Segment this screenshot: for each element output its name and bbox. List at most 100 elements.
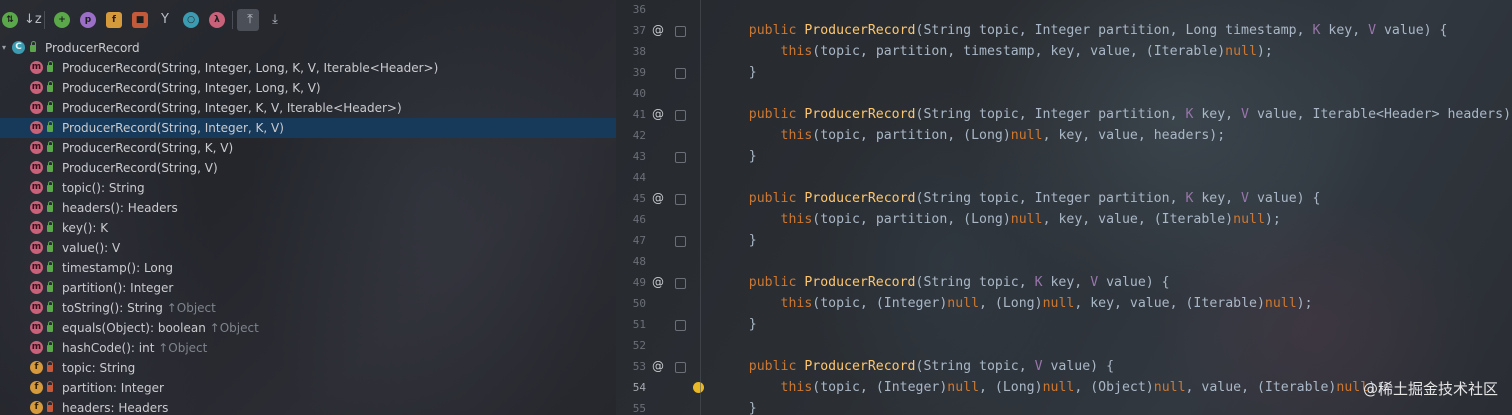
public-lock-icon: [47, 141, 53, 152]
code-line[interactable]: }: [717, 398, 757, 415]
code-line[interactable]: this(topic, partition, timestamp, key, v…: [717, 41, 1273, 62]
fold-toggle-icon[interactable]: [675, 362, 686, 373]
code-line[interactable]: public ProducerRecord(String topic, K ke…: [717, 272, 1170, 293]
collapse-all-icon[interactable]: ⤓: [267, 12, 283, 28]
code-token: (topic, (Integer): [812, 380, 948, 395]
editor-gutter: 36 37 @38 39 40 41 @42 43 44 45 @46 47 48 49 @50 51 52 53…: [616, 0, 704, 415]
code-token: ProducerRecord: [804, 359, 916, 374]
line-number: 44: [632, 171, 646, 184]
code-token: V: [1241, 107, 1249, 122]
method-item[interactable]: m headers(): Headers: [0, 198, 616, 218]
fold-toggle-icon[interactable]: [675, 110, 686, 121]
code-line[interactable]: public ProducerRecord(String topic, Inte…: [717, 188, 1321, 209]
gutter-divider: [700, 0, 701, 415]
method-item[interactable]: m value(): V: [0, 238, 616, 258]
method-item[interactable]: m toString(): String ↑Object: [0, 298, 616, 318]
fold-toggle-icon[interactable]: [675, 194, 686, 205]
method-item[interactable]: m equals(Object): boolean ↑Object: [0, 318, 616, 338]
fold-toggle-icon[interactable]: [675, 236, 686, 247]
method-item[interactable]: m ProducerRecord(String, V): [0, 158, 616, 178]
code-token: key,: [1320, 23, 1369, 38]
show-lambdas-alt-icon[interactable]: λ: [209, 12, 225, 28]
code-editor[interactable]: 36 37 @38 39 40 41 @42 43 44 45 @46 47 48 49 @50 51 52 53…: [616, 0, 1512, 415]
expand-arrow-icon[interactable]: ▾: [2, 38, 12, 58]
field-item[interactable]: f partition: Integer: [0, 378, 616, 398]
method-icon: m: [30, 281, 43, 294]
code-token: ProducerRecord: [804, 275, 916, 290]
method-item[interactable]: m ProducerRecord(String, Integer, Long, K…: [0, 78, 616, 98]
code-token: (String topic, Integer partition,: [915, 107, 1186, 122]
overrides-marker-icon[interactable]: @: [652, 104, 664, 125]
code-line[interactable]: }: [717, 314, 757, 335]
show-inherited-icon[interactable]: +: [54, 12, 70, 28]
code-token: value) {: [1376, 23, 1448, 38]
overrides-marker-icon[interactable]: @: [652, 20, 664, 41]
method-icon: m: [30, 301, 43, 314]
method-item[interactable]: m topic(): String: [0, 178, 616, 198]
fold-toggle-icon[interactable]: [675, 320, 686, 331]
member-label: headers: Headers: [62, 401, 169, 415]
code-line[interactable]: }: [717, 146, 757, 167]
lightbulb-icon[interactable]: [693, 382, 704, 393]
code-token: , (Object): [1074, 380, 1154, 395]
code-line[interactable]: public ProducerRecord(String topic, V va…: [717, 356, 1114, 377]
fold-toggle-icon[interactable]: [675, 152, 686, 163]
method-item[interactable]: m hashCode(): int ↑Object: [0, 338, 616, 358]
show-fields-icon[interactable]: f: [106, 12, 122, 28]
overrides-marker-icon[interactable]: @: [652, 356, 664, 377]
overrides-marker-icon[interactable]: @: [652, 188, 664, 209]
member-label: topic: String: [62, 361, 136, 375]
line-number: 53: [632, 360, 646, 373]
fold-toggle-icon[interactable]: [675, 278, 686, 289]
field-icon: f: [30, 361, 43, 374]
line-number: 51: [632, 318, 646, 331]
method-item[interactable]: m timestamp(): Long: [0, 258, 616, 278]
code-line[interactable]: }: [717, 62, 757, 83]
code-line[interactable]: this(topic, partition, (Long)null, key, …: [717, 209, 1281, 230]
show-properties-icon[interactable]: p: [80, 12, 96, 28]
overrides-marker-icon[interactable]: @: [652, 272, 664, 293]
code-line[interactable]: this(topic, partition, (Long)null, key, …: [717, 125, 1226, 146]
field-item[interactable]: f topic: String: [0, 358, 616, 378]
code-line[interactable]: this(topic, (Integer)null, (Long)null, k…: [717, 293, 1313, 314]
show-non-public-icon[interactable]: ■: [132, 12, 148, 28]
show-lambdas-icon[interactable]: ○: [183, 12, 199, 28]
line-number: 55: [632, 402, 646, 415]
method-item[interactable]: m ProducerRecord(String, K, V): [0, 138, 616, 158]
public-lock-icon: [47, 161, 53, 172]
code-token: null: [1042, 296, 1075, 311]
member-label: topic(): String: [62, 181, 145, 195]
code-line[interactable]: public ProducerRecord(String topic, Inte…: [717, 20, 1448, 41]
code-token: null: [1225, 44, 1257, 59]
method-item[interactable]: m partition(): Integer: [0, 278, 616, 298]
member-label: toString(): String ↑Object: [62, 301, 216, 315]
code-line[interactable]: this(topic, (Integer)null, (Long)null, (…: [717, 377, 1385, 398]
code-token: value) {: [1042, 359, 1115, 374]
method-item[interactable]: m ProducerRecord(String, Integer, K, V, I…: [0, 98, 616, 118]
fold-toggle-icon[interactable]: [675, 68, 686, 79]
field-item[interactable]: f headers: Headers: [0, 398, 616, 415]
code-token: (topic, partition, (Long): [812, 128, 1011, 143]
method-item[interactable]: m ProducerRecord(String, Integer, Long, K…: [0, 58, 616, 78]
code-token: key,: [1042, 275, 1091, 290]
code-line[interactable]: public ProducerRecord(String topic, Inte…: [717, 104, 1512, 125]
tree-root[interactable]: ▾ C ProducerRecord: [0, 38, 616, 58]
code-token: (String topic,: [915, 359, 1035, 374]
code-token: (String topic, Integer partition,: [915, 191, 1186, 206]
code-token: null: [947, 380, 980, 395]
member-label: ProducerRecord(String, V): [62, 161, 218, 175]
member-label: headers(): Headers: [62, 201, 178, 215]
public-lock-icon: [47, 321, 53, 332]
method-item[interactable]: m ProducerRecord(String, Integer, K, V): [0, 118, 616, 138]
fold-toggle-icon[interactable]: [675, 26, 686, 37]
inherited-from: ↑Object: [205, 321, 259, 335]
sort-by-visibility-icon[interactable]: ⇅: [2, 12, 18, 28]
sort-alphabetically-icon[interactable]: ↓z: [24, 12, 42, 28]
expand-all-icon[interactable]: ⤒: [242, 12, 258, 28]
method-icon: m: [30, 321, 43, 334]
member-label: ProducerRecord(String, Integer, K, V): [62, 121, 284, 135]
show-anonymous-icon[interactable]: Y: [157, 12, 173, 28]
code-line[interactable]: }: [717, 230, 757, 251]
method-item[interactable]: m key(): K: [0, 218, 616, 238]
